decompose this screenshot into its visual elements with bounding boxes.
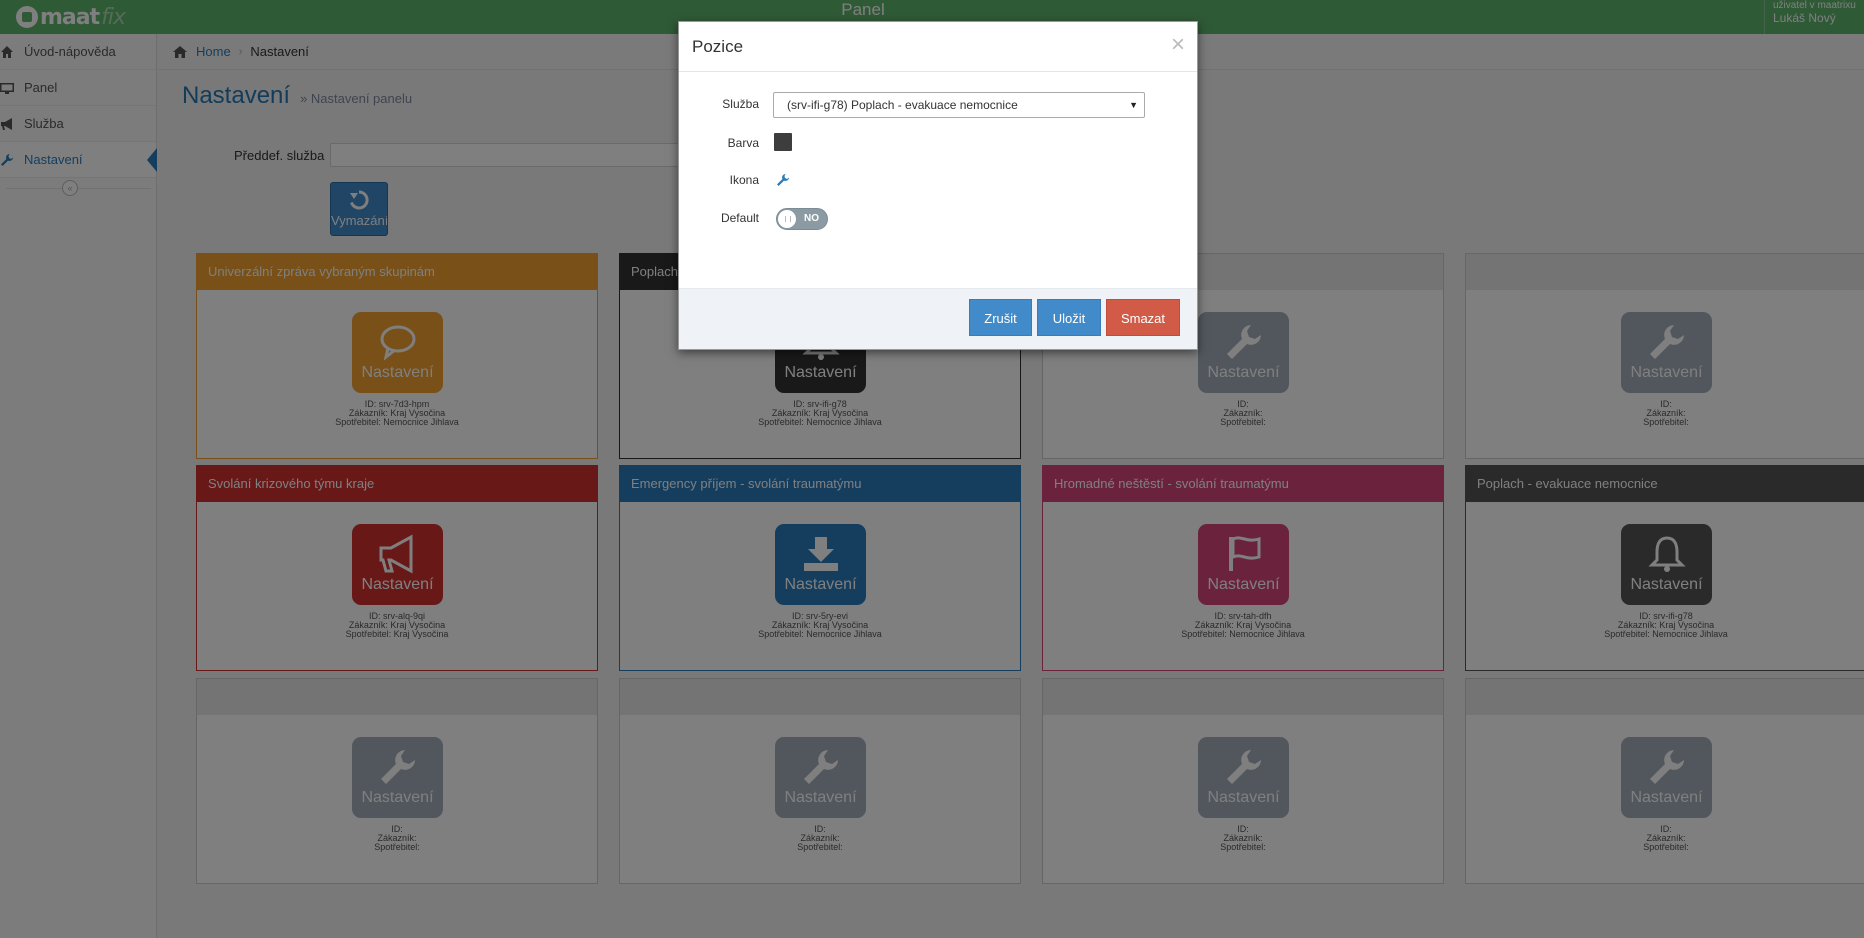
wrench-icon[interactable] (776, 173, 790, 187)
color-row: Barva (679, 130, 1197, 158)
toggle-knob (778, 210, 796, 228)
cancel-button[interactable]: Zrušit (969, 299, 1032, 336)
caret-down-icon: ▼ (1129, 100, 1138, 110)
service-select[interactable]: (srv-ifi-g78) Poplach - evakuace nemocni… (773, 92, 1145, 118)
service-label: Služba (722, 97, 759, 111)
toggle-text: NO (804, 213, 819, 224)
delete-button[interactable]: Smazat (1106, 299, 1180, 336)
default-label: Default (720, 211, 759, 225)
service-select-value: (srv-ifi-g78) Poplach - evakuace nemocni… (787, 98, 1018, 112)
color-label: Barva (727, 136, 759, 150)
position-modal: Pozice × Služba (srv-ifi-g78) Poplach - … (678, 21, 1198, 350)
service-row: Služba (srv-ifi-g78) Poplach - evakuace … (679, 91, 1197, 119)
save-button[interactable]: Uložit (1037, 299, 1101, 336)
icon-row: Ikona (679, 167, 1197, 195)
modal-header: Pozice × (679, 22, 1197, 72)
icon-label: Ikona (729, 173, 759, 187)
close-icon[interactable]: × (1171, 33, 1185, 57)
modal-title: Pozice (692, 37, 744, 56)
color-swatch[interactable] (774, 133, 792, 151)
default-toggle[interactable]: NO (776, 208, 828, 230)
default-row: Default NO (679, 205, 1197, 233)
modal-footer: Zrušit Uložit Smazat (679, 288, 1197, 349)
